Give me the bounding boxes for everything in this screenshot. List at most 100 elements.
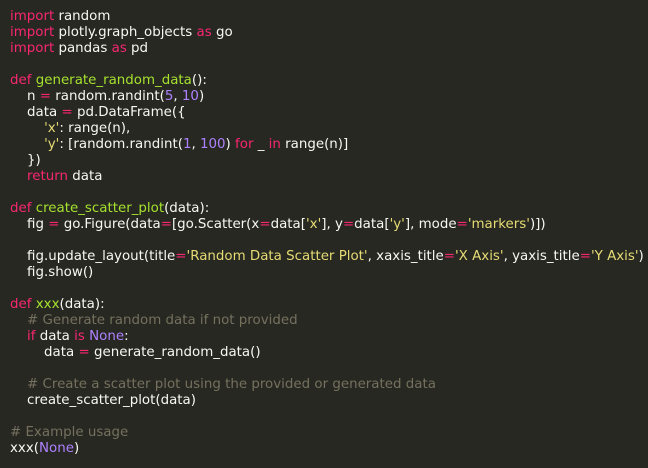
- code-token: data: [67, 169, 103, 184]
- code-token: import: [10, 9, 55, 24]
- code-line: import pandas as pd: [10, 41, 644, 57]
- code-token: 'y': [44, 137, 60, 152]
- code-line: }): [10, 153, 644, 169]
- code-token: xxx(: [10, 441, 39, 456]
- code-token: 'y': [389, 217, 405, 232]
- code-line: ​: [10, 57, 644, 73]
- code-line: if data is None:: [10, 329, 644, 345]
- code-token: =: [160, 217, 172, 232]
- code-line: def create_scatter_plot(data):: [10, 201, 644, 217]
- code-token: , yaxis_title: [503, 249, 580, 264]
- code-line: import plotly.graph_objects as go: [10, 25, 644, 41]
- code-line: fig = go.Figure(data=[go.Scatter(x=data[…: [10, 217, 644, 233]
- code-token: as: [111, 41, 127, 56]
- code-token: fig: [10, 217, 49, 232]
- code-token: xxx: [35, 297, 60, 312]
- code-token: generate_random_data: [35, 73, 192, 88]
- code-line: 'y': [random.randint(1, 100) for _ in ra…: [10, 137, 644, 153]
- code-line: 'x': range(n),: [10, 121, 644, 137]
- code-token: ): [73, 441, 80, 456]
- code-token: _: [253, 137, 269, 152]
- code-token: =: [175, 249, 187, 264]
- code-line: def generate_random_data():: [10, 73, 644, 89]
- code-token: (data):: [59, 297, 105, 312]
- code-line: # Example usage: [10, 425, 644, 441]
- code-token: go.Figure(data: [59, 217, 161, 232]
- code-token: None: [89, 329, 125, 344]
- code-line: n = random.randint(5, 10): [10, 89, 644, 105]
- code-token: import: [10, 25, 55, 40]
- code-token: is: [74, 329, 85, 344]
- code-token: data: [10, 345, 79, 360]
- code-line: import random: [10, 9, 644, 25]
- code-token: =: [456, 217, 468, 232]
- code-token: ): [198, 89, 205, 104]
- code-token: 'x': [44, 121, 60, 136]
- code-line: ​: [10, 361, 644, 377]
- code-editor[interactable]: import random import plotly.graph_objects…: [0, 0, 648, 468]
- code-token: random: [54, 9, 111, 24]
- code-token: : range(n),: [59, 121, 131, 136]
- code-token: go: [211, 25, 233, 40]
- code-token: (data):: [164, 201, 210, 216]
- code-token: data: [35, 329, 75, 344]
- code-token: # Create a scatter plot using the provid…: [27, 377, 436, 392]
- code-line: def xxx(data):: [10, 297, 644, 313]
- code-line: create_scatter_plot(data): [10, 393, 644, 409]
- code-token: 'markers': [467, 217, 530, 232]
- code-token: fig.update_layout(title: [10, 249, 176, 264]
- code-token: =: [61, 105, 73, 120]
- code-token: : [random.randint(: [59, 137, 183, 152]
- code-token: create_scatter_plot: [35, 201, 165, 216]
- code-token: fig.show(): [10, 265, 94, 280]
- code-token: ,: [173, 89, 182, 104]
- code-line: ​: [10, 409, 644, 425]
- code-token: =: [48, 217, 60, 232]
- code-line: ​: [10, 233, 644, 249]
- code-token: for: [235, 137, 254, 152]
- code-token: return: [27, 169, 68, 184]
- code-token: pd: [126, 41, 149, 56]
- code-token: # Example usage: [10, 425, 129, 440]
- code-line: data = pd.DataFrame({: [10, 105, 644, 121]
- code-token: random.randint(: [51, 89, 165, 104]
- code-token: def: [10, 73, 32, 88]
- code-token: 'Y Axis': [590, 249, 639, 264]
- code-line: # Create a scatter plot using the provid…: [10, 377, 644, 393]
- code-token: ): [225, 137, 236, 152]
- code-token: generate_random_data(): [89, 345, 261, 360]
- code-token: n: [10, 89, 40, 104]
- code-token: =: [579, 249, 591, 264]
- code-token: =: [259, 217, 271, 232]
- code-line: xxx(None): [10, 441, 644, 457]
- code-token: 100: [199, 137, 226, 152]
- code-token: pandas: [54, 41, 112, 56]
- code-token: range(n)]: [280, 137, 349, 152]
- code-block[interactable]: import random import plotly.graph_objects…: [10, 9, 644, 457]
- code-token: ():: [191, 73, 207, 88]
- code-token: def: [10, 297, 32, 312]
- code-line: return data: [10, 169, 644, 185]
- code-token: plotly.graph_objects: [54, 25, 197, 40]
- code-line: data = generate_random_data(): [10, 345, 644, 361]
- code-line: fig.update_layout(title='Random Data Sca…: [10, 249, 644, 265]
- code-token: ): [638, 249, 644, 264]
- code-token: 'x': [305, 217, 322, 232]
- code-token: :: [124, 329, 129, 344]
- code-line: # Generate random data if not provided: [10, 313, 644, 329]
- code-token: def: [10, 201, 32, 216]
- code-token: data[: [270, 217, 306, 232]
- code-token: 'Random Data Scatter Plot': [186, 249, 368, 264]
- code-token: import: [10, 41, 55, 56]
- code-token: =: [443, 249, 455, 264]
- code-token: [go.Scatter(x: [171, 217, 260, 232]
- code-token: =: [342, 217, 355, 232]
- code-line: ​: [10, 281, 644, 297]
- code-token: )]): [529, 217, 546, 232]
- code-token: in: [268, 137, 281, 152]
- code-token: data[: [354, 217, 390, 232]
- code-token: as: [196, 25, 212, 40]
